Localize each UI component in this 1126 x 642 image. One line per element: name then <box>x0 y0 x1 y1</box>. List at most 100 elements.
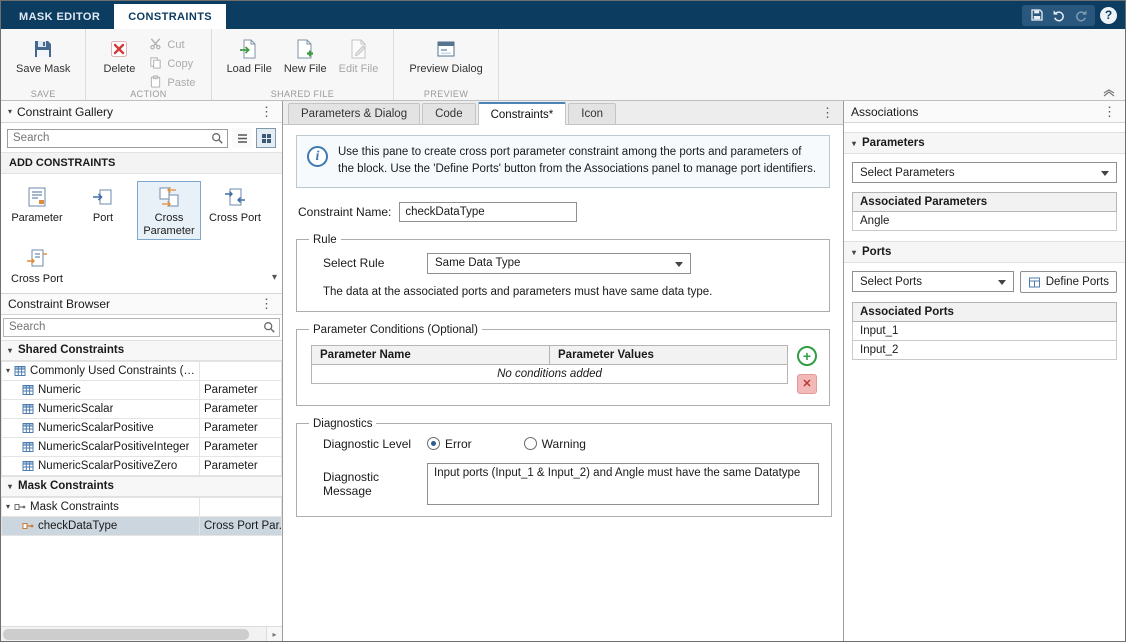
redo-icon[interactable] <box>1071 7 1090 24</box>
grid-view-button[interactable] <box>256 128 276 148</box>
tab-constraints-pane[interactable]: Constraints* <box>478 102 567 125</box>
undo-icon[interactable] <box>1049 7 1068 24</box>
constraint-icon <box>22 422 34 434</box>
delete-icon <box>107 37 131 61</box>
kebab-menu-icon[interactable]: ⋮ <box>817 105 838 121</box>
associated-port: Input_2 <box>853 341 1117 360</box>
tree-row-root[interactable]: ▾ Mask Constraints <box>2 497 282 516</box>
gallery-search-input[interactable] <box>8 130 227 147</box>
load-file-label: Load File <box>227 63 272 75</box>
tab-parameters-dialog[interactable]: Parameters & Dialog <box>288 103 420 124</box>
gallery-expand-icon[interactable]: ▾ <box>272 272 277 283</box>
delete-button[interactable]: Delete <box>95 33 143 77</box>
gallery-item-cross-port[interactable]: Cross Port <box>203 181 267 240</box>
tree-row[interactable]: NumericScalarPositiveInteger Parameter <box>2 437 282 456</box>
constraint-gallery-header[interactable]: ▾ Constraint Gallery ⋮ <box>1 101 282 123</box>
load-file-icon <box>237 37 261 61</box>
tree-row-root[interactable]: ▾ Commonly Used Constraints (R... <box>2 361 282 380</box>
gallery-item-cross-parameter[interactable]: Cross Parameter <box>137 181 201 240</box>
warning-radio[interactable]: Warning <box>524 437 586 451</box>
rule-legend: Rule <box>309 234 341 246</box>
tab-icon[interactable]: Icon <box>568 103 616 124</box>
rule-group: Rule Select Rule Same Data Type The data… <box>296 234 830 312</box>
mask-constraints-section[interactable]: ▾ Mask Constraints <box>1 476 282 497</box>
save-mask-label: Save Mask <box>16 63 70 75</box>
ports-section-body: Select Ports Define Ports Associated Por… <box>844 263 1125 364</box>
add-condition-button[interactable]: + <box>797 346 817 366</box>
associations-panel: Associations ⋮ ▾ Parameters Select Param… <box>844 101 1125 641</box>
list-view-button[interactable] <box>232 128 252 148</box>
constraint-type: Cross Port Par... <box>200 516 282 535</box>
diagnostics-legend: Diagnostics <box>309 418 376 430</box>
save-icon[interactable] <box>1027 7 1046 24</box>
copy-button[interactable]: Copy <box>146 56 198 72</box>
constraints-editor: i Use this pane to create cross port par… <box>283 125 843 641</box>
shared-constraints-section[interactable]: ▾ Shared Constraints <box>1 340 282 361</box>
table-row[interactable]: Input_1 <box>853 322 1117 341</box>
scrollbar-thumb[interactable] <box>3 629 249 640</box>
gallery-item-cross-port-parameter[interactable]: Cross Port <box>5 242 69 289</box>
constraint-name: NumericScalarPositiveInteger <box>38 441 189 453</box>
kebab-menu-icon[interactable]: ⋮ <box>1101 105 1118 118</box>
quick-access-toolbar: ? <box>1014 1 1125 29</box>
triangle-down-icon: ▾ <box>8 346 12 355</box>
center-panel: Parameters & Dialog Code Constraints* Ic… <box>283 101 844 641</box>
radio-dot-icon <box>427 437 440 450</box>
diagnostic-message-label: Diagnostic Message <box>309 470 417 498</box>
constraint-type: Parameter <box>200 380 282 399</box>
tab-constraints[interactable]: CONSTRAINTS <box>114 4 226 29</box>
kebab-menu-icon[interactable]: ⋮ <box>258 297 275 310</box>
edit-file-button[interactable]: Edit File <box>333 33 385 77</box>
load-file-button[interactable]: Load File <box>221 33 278 77</box>
constraint-gallery: Parameter Port Cross Parameter Cross Por… <box>1 174 282 293</box>
define-ports-button[interactable]: Define Ports <box>1020 271 1117 293</box>
parameters-section-body: Select Parameters Associated Parameters … <box>844 154 1125 235</box>
info-icon: i <box>307 146 328 167</box>
table-row[interactable]: Input_2 <box>853 341 1117 360</box>
new-file-button[interactable]: New File <box>278 33 333 77</box>
preview-dialog-button[interactable]: Preview Dialog <box>403 33 488 77</box>
tree-row[interactable]: NumericScalar Parameter <box>2 399 282 418</box>
error-radio[interactable]: Error <box>427 437 472 451</box>
save-mask-button[interactable]: Save Mask <box>10 33 76 77</box>
tree-row[interactable]: NumericScalarPositiveZero Parameter <box>2 456 282 475</box>
tree-row[interactable]: Numeric Parameter <box>2 380 282 399</box>
constraint-browser-header[interactable]: Constraint Browser ⋮ <box>1 293 282 315</box>
constraint-type: Parameter <box>200 418 282 437</box>
scroll-right-icon[interactable]: ▸ <box>266 627 282 641</box>
mask-constraints-label: Mask Constraints <box>18 480 114 492</box>
constraint-type: Parameter <box>200 399 282 418</box>
gallery-item-parameter[interactable]: Parameter <box>5 181 69 240</box>
tab-mask-editor[interactable]: MASK EDITOR <box>5 4 114 29</box>
tab-code[interactable]: Code <box>422 103 476 124</box>
constraint-name-input[interactable] <box>399 202 577 222</box>
cut-icon <box>149 37 162 53</box>
table-row[interactable]: Angle <box>853 212 1117 231</box>
gallery-item-port[interactable]: Port <box>71 181 135 240</box>
ports-section-header[interactable]: ▾ Ports <box>844 241 1125 263</box>
mask-editor-window: MASK EDITOR CONSTRAINTS ? <box>0 0 1126 642</box>
add-constraints-label: ADD CONSTRAINTS <box>1 152 282 174</box>
col-parameter-name: Parameter Name <box>312 345 550 364</box>
tree-row-selected[interactable]: checkDataType Cross Port Par... <box>2 516 282 535</box>
paste-label: Paste <box>167 77 195 89</box>
kebab-menu-icon[interactable]: ⋮ <box>258 105 275 118</box>
constraint-name: checkDataType <box>38 520 117 532</box>
delete-condition-button[interactable]: ✕ <box>797 374 817 394</box>
horizontal-scrollbar[interactable]: ▸ <box>1 626 282 641</box>
select-parameters-dropdown[interactable]: Select Parameters <box>852 162 1117 183</box>
browser-search-input[interactable] <box>4 319 279 336</box>
triangle-down-icon: ▾ <box>6 502 10 511</box>
collapse-triangle-icon: ▾ <box>8 107 12 116</box>
select-rule-label: Select Rule <box>309 256 417 270</box>
port-constraint-icon <box>91 185 115 209</box>
parameter-conditions-legend: Parameter Conditions (Optional) <box>309 324 482 336</box>
collapse-ribbon-icon[interactable] <box>1102 87 1116 96</box>
parameters-section-header[interactable]: ▾ Parameters <box>844 132 1125 154</box>
cut-button[interactable]: Cut <box>146 37 198 53</box>
help-icon[interactable]: ? <box>1100 7 1117 24</box>
diagnostic-message-input[interactable]: Input ports (Input_1 & Input_2) and Angl… <box>427 463 819 505</box>
select-rule-dropdown[interactable]: Same Data Type <box>427 253 691 274</box>
select-ports-dropdown[interactable]: Select Ports <box>852 271 1014 292</box>
tree-row[interactable]: NumericScalarPositive Parameter <box>2 418 282 437</box>
